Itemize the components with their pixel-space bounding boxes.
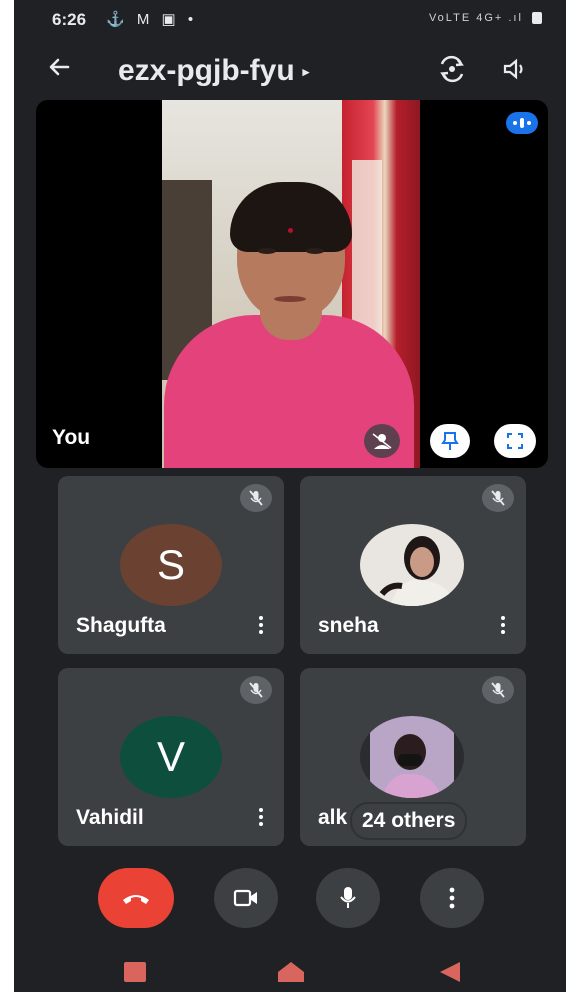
self-label: You	[52, 426, 91, 449]
video-person-mouth	[274, 296, 306, 302]
participant-tile[interactable]: V Vahidil	[58, 668, 284, 846]
meeting-code-text: ezx-pgjb-fyu	[118, 54, 295, 87]
more-vert-icon[interactable]	[258, 808, 264, 826]
more-vert-icon[interactable]	[258, 616, 264, 634]
mic-off-icon	[240, 676, 272, 704]
avatar-photo	[360, 716, 464, 798]
participant-tile[interactable]: alk 24 others	[300, 668, 526, 846]
nav-back-icon[interactable]	[438, 960, 462, 984]
mic-off-icon	[482, 676, 514, 704]
self-video	[162, 100, 420, 468]
mic-toggle-button[interactable]	[316, 868, 380, 928]
call-controls	[14, 868, 566, 932]
participant-tile[interactable]: S Shagufta	[58, 476, 284, 654]
switch-camera-icon[interactable]	[438, 55, 466, 83]
android-nav-bar	[14, 946, 566, 992]
participant-name: Vahidil	[76, 806, 144, 829]
mic-off-icon	[240, 484, 272, 512]
self-view-tile[interactable]: You	[36, 100, 548, 468]
participant-tile[interactable]: sneha	[300, 476, 526, 654]
participant-name: sneha	[318, 614, 379, 637]
meeting-code[interactable]: ezx-pgjb-fyu ▸	[118, 54, 309, 88]
others-count-badge[interactable]: 24 others	[352, 804, 466, 838]
mic-off-icon	[482, 484, 514, 512]
camera-toggle-button[interactable]	[214, 868, 278, 928]
signal-text: VoLTE 4G+ .ıl	[428, 12, 523, 24]
participant-name: Shagufta	[76, 614, 166, 637]
status-notification-icons: ⚓ M ▣ •	[106, 11, 198, 28]
video-person-bindi	[288, 228, 293, 233]
status-bar: 6:26 ⚓ M ▣ • VoLTE 4G+ .ıl	[14, 0, 566, 40]
more-vert-icon[interactable]	[500, 616, 506, 634]
speaking-indicator-icon	[506, 112, 538, 134]
app-bar: ezx-pgjb-fyu ▸	[14, 44, 566, 94]
more-options-button[interactable]	[420, 868, 484, 928]
status-time: 6:26	[52, 10, 87, 29]
avatar: S	[120, 524, 222, 606]
back-arrow-icon[interactable]	[46, 54, 72, 85]
caret-right-icon: ▸	[302, 64, 310, 80]
hangup-button[interactable]	[98, 868, 174, 928]
status-right: VoLTE 4G+ .ıl	[428, 12, 542, 25]
effects-icon[interactable]	[364, 424, 400, 458]
avatar: V	[120, 716, 222, 798]
fullscreen-icon[interactable]	[494, 424, 536, 458]
battery-icon	[532, 12, 542, 25]
home-icon[interactable]	[276, 960, 306, 984]
video-camera-icon	[233, 889, 257, 907]
recent-apps-icon[interactable]	[124, 962, 146, 982]
speaker-icon[interactable]	[502, 57, 528, 81]
video-person-eye	[306, 248, 324, 254]
video-person-hair	[230, 182, 352, 252]
pin-icon[interactable]	[430, 424, 470, 458]
more-vert-icon	[449, 887, 455, 909]
microphone-icon	[340, 887, 356, 908]
phone-screen: 6:26 ⚓ M ▣ • VoLTE 4G+ .ıl ezx-pgjb-fyu ▸	[14, 0, 566, 992]
participant-name: alk	[318, 806, 348, 829]
video-person-eye	[258, 248, 276, 254]
avatar-photo	[360, 524, 464, 606]
phone-hangup-icon	[123, 895, 149, 904]
